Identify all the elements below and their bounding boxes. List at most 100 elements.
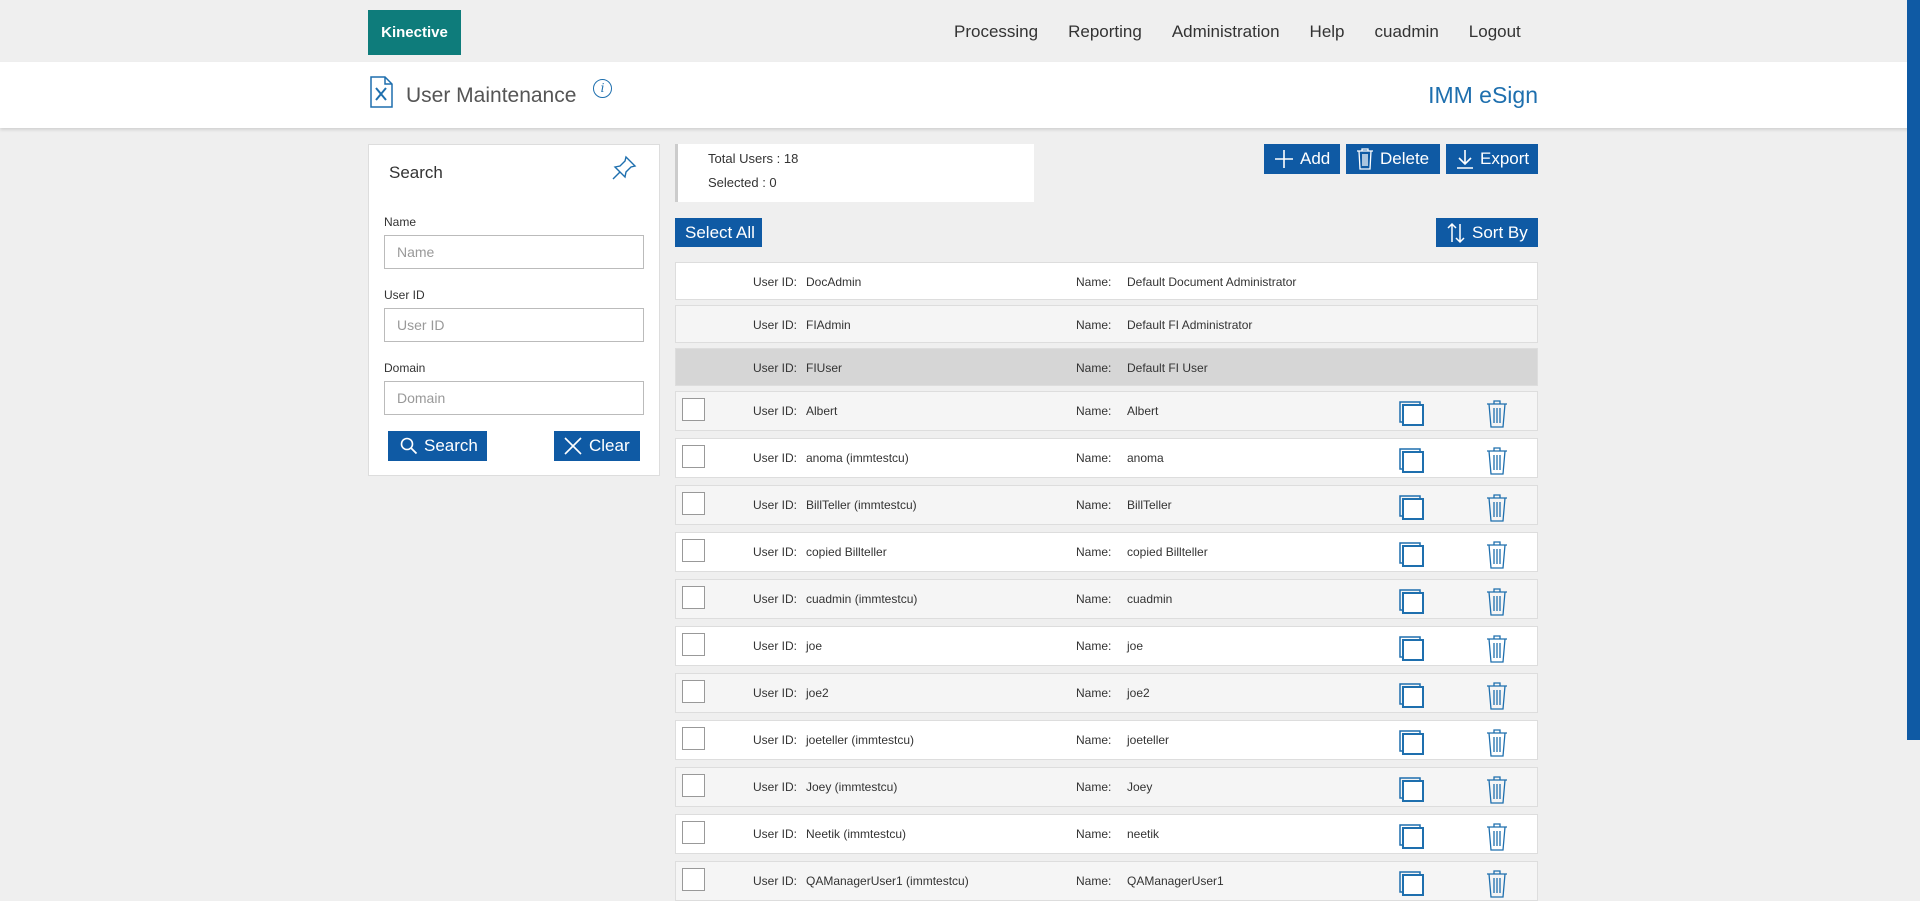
add-button[interactable]: Add (1264, 144, 1340, 174)
row-checkbox[interactable] (682, 586, 705, 609)
brand-title: IMM eSign (1428, 82, 1538, 108)
user-id-value: FIAdmin (806, 318, 851, 332)
row-checkbox[interactable] (682, 680, 705, 703)
name-label: Name: (1076, 361, 1112, 375)
row-checkbox[interactable] (682, 774, 705, 797)
name-label: Name (384, 215, 417, 229)
search-panel-title: Search (389, 163, 443, 182)
sort-icon (1447, 222, 1465, 243)
clear-button-label: Clear (589, 436, 630, 455)
name-value: neetik (1127, 827, 1160, 841)
trash-icon[interactable] (1486, 776, 1508, 804)
row-checkbox[interactable] (682, 727, 705, 750)
name-input[interactable] (384, 235, 644, 269)
copy-icon[interactable] (1398, 447, 1426, 475)
copy-icon[interactable] (1398, 541, 1426, 569)
name-value: Default FI Administrator (1127, 318, 1253, 332)
row-checkbox[interactable] (682, 539, 705, 562)
name-label: Name: (1076, 827, 1112, 841)
name-value: BillTeller (1127, 498, 1172, 512)
trash-icon[interactable] (1486, 870, 1508, 898)
copy-icon[interactable] (1398, 729, 1426, 757)
scrollbar[interactable] (1907, 0, 1920, 740)
row-checkbox[interactable] (682, 445, 705, 468)
user-row[interactable]: User ID: anoma (immtestcu) Name: anoma (675, 438, 1538, 478)
domain-label: Domain (384, 361, 426, 375)
copy-icon[interactable] (1398, 776, 1426, 804)
user-row[interactable]: User ID: QAManagerUser1 (immtestcu) Name: Q… (675, 861, 1538, 901)
user-id-input[interactable] (384, 308, 644, 342)
trash-icon[interactable] (1486, 682, 1508, 710)
trash-icon[interactable] (1486, 400, 1508, 428)
user-id-label: User ID: (753, 827, 798, 841)
kinective-logo[interactable]: Kinective (368, 10, 461, 55)
user-id-value: Neetik (immtestcu) (806, 827, 907, 841)
user-id-label: User ID: (753, 545, 798, 559)
trash-icon[interactable] (1486, 447, 1508, 475)
user-row[interactable]: User ID: joe2 Name: joe2 (675, 673, 1538, 713)
name-label: Name: (1076, 733, 1112, 747)
page-title: User Maintenance (406, 84, 577, 107)
user-row[interactable]: User ID: Neetik (immtestcu) Name: neetik (675, 814, 1538, 854)
pin-icon[interactable] (609, 153, 639, 183)
user-id-value: joe2 (806, 686, 829, 700)
user-row[interactable]: User ID: joeteller (immtestcu) Name: joetel… (675, 720, 1538, 760)
info-icon[interactable]: i (593, 79, 612, 98)
row-checkbox[interactable] (682, 398, 705, 421)
user-row[interactable]: User ID: Joey (immtestcu) Name: Joey (675, 767, 1538, 807)
nav-user-cuadmin[interactable]: cuadmin (1375, 22, 1439, 42)
row-checkbox[interactable] (682, 633, 705, 656)
user-row[interactable]: User ID: BillTeller (immtestcu) Name: BillT… (675, 485, 1538, 525)
nav-reporting[interactable]: Reporting (1068, 22, 1142, 42)
plus-icon (1275, 150, 1293, 168)
user-id-value: joeteller (immtestcu) (806, 733, 915, 747)
search-button-label: Search (424, 436, 478, 455)
search-button[interactable]: Search (388, 431, 487, 461)
user-id-label: User ID: (753, 498, 798, 512)
nav-processing[interactable]: Processing (954, 22, 1038, 42)
sort-by-button[interactable]: Sort By (1436, 218, 1538, 247)
nav-administration[interactable]: Administration (1172, 22, 1280, 42)
user-id-value: BillTeller (immtestcu) (806, 498, 917, 512)
domain-input[interactable] (384, 381, 644, 415)
user-row[interactable]: User ID: joe Name: joe (675, 626, 1538, 666)
name-label: Name: (1076, 639, 1112, 653)
trash-icon[interactable] (1486, 588, 1508, 616)
nav-logout[interactable]: Logout (1469, 22, 1521, 42)
user-row[interactable]: User ID: cuadmin (immtestcu) Name: cuadmin (675, 579, 1538, 619)
user-id-label: User ID: (753, 361, 798, 375)
trash-icon[interactable] (1486, 823, 1508, 851)
copy-icon[interactable] (1398, 400, 1426, 428)
name-label: Name: (1076, 451, 1112, 465)
nav-help[interactable]: Help (1310, 22, 1345, 42)
trash-icon (1357, 148, 1373, 170)
user-row[interactable]: User ID: FIUser Name: Default FI User (675, 348, 1538, 386)
trash-icon[interactable] (1486, 635, 1508, 663)
user-row[interactable]: User ID: FIAdmin Name: Default FI Administr… (675, 305, 1538, 343)
delete-button[interactable]: Delete (1346, 144, 1440, 174)
trash-icon[interactable] (1486, 541, 1508, 569)
row-checkbox[interactable] (682, 868, 705, 891)
row-checkbox[interactable] (682, 492, 705, 515)
select-all-button[interactable]: Select All (675, 218, 762, 247)
copy-icon[interactable] (1398, 588, 1426, 616)
name-value: Albert (1127, 404, 1159, 418)
copy-icon[interactable] (1398, 682, 1426, 710)
user-id-label: User ID: (753, 874, 798, 888)
copy-icon[interactable] (1398, 494, 1426, 522)
copy-icon[interactable] (1398, 635, 1426, 663)
clear-button[interactable]: Clear (554, 431, 640, 461)
user-id-label: User ID: (753, 275, 798, 289)
trash-icon[interactable] (1486, 494, 1508, 522)
top-nav: Processing Reporting Administration Help… (954, 22, 1551, 42)
top-bar: Kinective Processing Reporting Administr… (0, 0, 1920, 62)
copy-icon[interactable] (1398, 870, 1426, 898)
user-row[interactable]: User ID: Albert Name: Albert (675, 391, 1538, 431)
export-button[interactable]: Export (1446, 144, 1538, 174)
user-row[interactable]: User ID: copied Billteller Name: copied Bil… (675, 532, 1538, 572)
selected-count: Selected : 0 (708, 175, 777, 190)
copy-icon[interactable] (1398, 823, 1426, 851)
user-row[interactable]: User ID: DocAdmin Name: Default Document Ad… (675, 262, 1538, 300)
row-checkbox[interactable] (682, 821, 705, 844)
trash-icon[interactable] (1486, 729, 1508, 757)
